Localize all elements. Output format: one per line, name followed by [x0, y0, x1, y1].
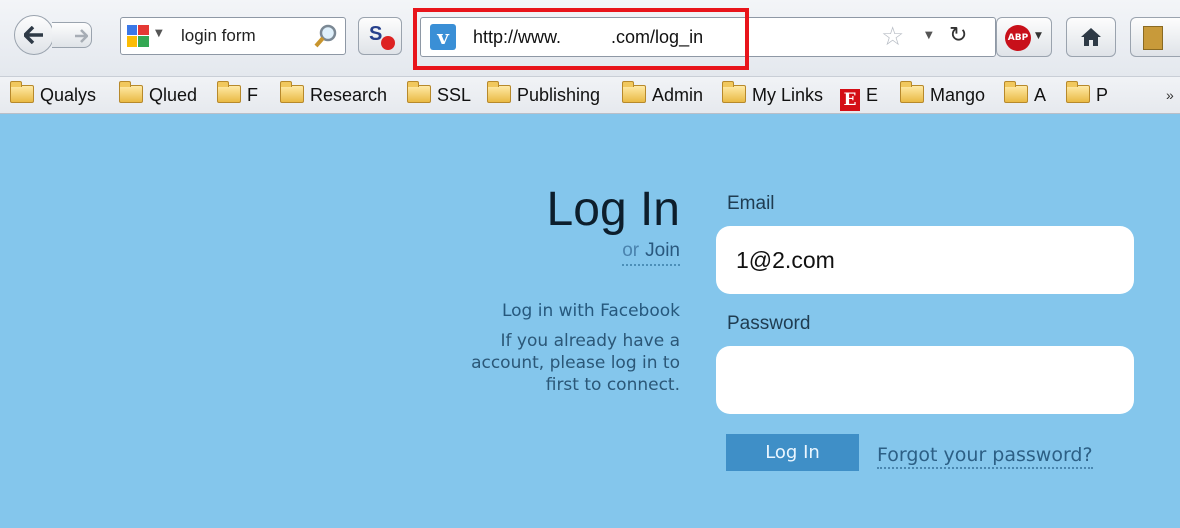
bookmark-admin[interactable]: Admin [622, 81, 704, 107]
folder-icon [280, 81, 304, 103]
url-highlight-box [413, 8, 749, 70]
adblock-icon: ABP [1005, 25, 1031, 51]
folder-icon [407, 81, 431, 103]
search-engine-dropdown-icon[interactable]: ▼ [155, 28, 163, 39]
bookmark-research[interactable]: Research [280, 81, 388, 107]
login-page: Log In or Join Log in with Facebook If yo… [0, 114, 1180, 528]
extension-button[interactable] [1130, 17, 1180, 57]
email-field[interactable] [716, 226, 1134, 294]
folder-icon [487, 81, 511, 103]
email-label: Email [727, 193, 775, 214]
bookmark-label: Mango [930, 85, 986, 105]
folder-icon [1004, 81, 1028, 103]
facebook-note-line: If you already have a [500, 331, 680, 351]
no-badge-icon [381, 36, 395, 50]
bookmark-my-links[interactable]: My Links [722, 81, 824, 107]
folder-icon [217, 81, 241, 103]
forward-arrow-icon [75, 29, 88, 43]
seo-extension-button[interactable]: S [358, 17, 402, 55]
bookmark-star-icon[interactable]: ☆ [881, 22, 904, 52]
page-title: Log In [546, 183, 680, 236]
home-button[interactable] [1066, 17, 1116, 57]
bookmark-publishing[interactable]: Publishing [487, 81, 601, 107]
adblock-button[interactable]: ABP ▼ [996, 17, 1052, 57]
reload-icon[interactable]: ↻ [949, 23, 967, 48]
bookmarks-bar: Qualys Qlued F Research SSL Publishing A… [0, 77, 1180, 114]
folder-icon [119, 81, 143, 103]
facebook-note-line: account, please log in to [471, 353, 680, 373]
history-dropdown-icon[interactable]: ▼ [925, 30, 933, 41]
bookmark-p[interactable]: P [1066, 81, 1109, 107]
bookmark-label: Publishing [517, 85, 601, 105]
folder-icon [10, 81, 34, 103]
bookmark-mango[interactable]: Mango [900, 81, 986, 107]
back-arrow-icon [24, 26, 43, 44]
bookmark-label: A [1034, 85, 1047, 105]
bookmark-qualys[interactable]: Qualys [10, 81, 97, 107]
bookmark-e[interactable]: EE [840, 85, 879, 111]
adblock-dropdown-icon[interactable]: ▼ [1035, 31, 1042, 41]
bookmark-label: Research [310, 85, 388, 105]
or-join: or Join [622, 240, 680, 266]
google-icon[interactable] [127, 25, 149, 47]
search-icon[interactable] [313, 23, 339, 49]
folder-icon [900, 81, 924, 103]
notebook-icon [1143, 26, 1163, 50]
back-button[interactable] [14, 15, 54, 55]
login-button[interactable]: Log In [726, 434, 859, 471]
bookmark-f[interactable]: F [217, 81, 258, 107]
facebook-note-line: first to connect. [545, 375, 680, 395]
search-input[interactable]: login form [181, 26, 256, 46]
bookmark-label: Qlued [149, 85, 198, 105]
password-field[interactable] [716, 346, 1134, 414]
more-bookmarks-chevron-icon[interactable]: » [1166, 87, 1174, 103]
forward-button[interactable] [52, 22, 92, 48]
password-label: Password [727, 313, 811, 334]
bookmark-a[interactable]: A [1004, 81, 1047, 107]
bookmark-qlued[interactable]: Qlued [119, 81, 198, 107]
bookmark-label: E [866, 85, 879, 105]
bookmark-label: My Links [752, 85, 824, 105]
or-text: or [622, 240, 640, 261]
e-icon: E [840, 89, 860, 111]
folder-icon [1066, 81, 1090, 103]
folder-icon [622, 81, 646, 103]
forgot-password-link[interactable]: Forgot your password? [877, 444, 1093, 469]
join-link[interactable]: Join [645, 240, 680, 261]
facebook-note: If you already have a account, please lo… [380, 330, 680, 396]
folder-icon [722, 81, 746, 103]
home-icon [1081, 28, 1101, 46]
bookmark-label: P [1096, 85, 1109, 105]
facebook-login-link[interactable]: Log in with Facebook [502, 301, 680, 321]
search-box[interactable]: ▼ login form [120, 17, 346, 55]
bookmark-label: Admin [652, 85, 704, 105]
bookmark-ssl[interactable]: SSL [407, 81, 472, 107]
bookmark-label: F [247, 85, 258, 105]
bookmark-label: Qualys [40, 85, 97, 105]
bookmark-label: SSL [437, 85, 472, 105]
browser-toolbar: ▼ login form S v http://www. .com/log_in… [0, 0, 1180, 77]
